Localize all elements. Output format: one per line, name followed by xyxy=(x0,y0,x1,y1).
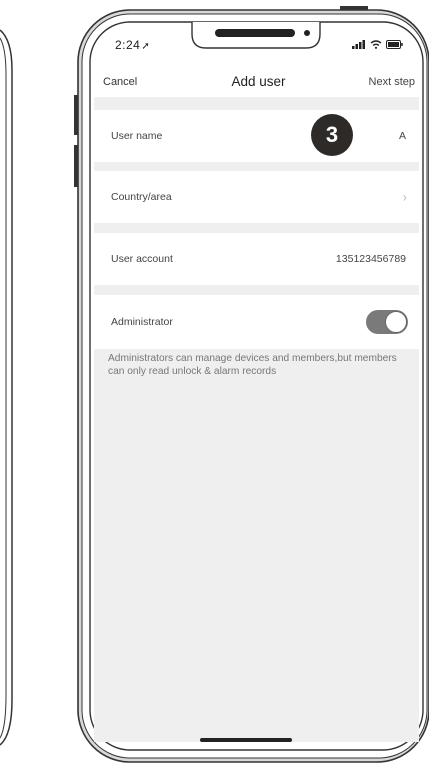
status-time: 2:24➚ xyxy=(115,38,150,52)
administrator-toggle[interactable] xyxy=(366,310,408,334)
user-name-label: User name xyxy=(111,130,163,142)
signal-icon xyxy=(352,40,365,49)
battery-icon xyxy=(386,40,403,49)
user-account-row[interactable]: User account 135123456789 xyxy=(94,233,419,285)
toggle-knob xyxy=(385,311,407,333)
administrator-note: Administrators can manage devices and me… xyxy=(108,353,397,377)
status-time-text: 2:24 xyxy=(115,38,141,52)
wifi-icon xyxy=(370,40,382,49)
nav-bar: Cancel Add user Next step xyxy=(96,72,421,94)
user-account-label: User account xyxy=(111,253,173,265)
administrator-label: Administrator xyxy=(111,316,173,328)
next-step-button[interactable]: Next step xyxy=(369,76,415,88)
home-indicator xyxy=(200,738,292,742)
country-area-label: Country/area xyxy=(111,191,172,203)
chevron-right-icon: › xyxy=(402,189,407,205)
status-icons xyxy=(352,40,403,49)
user-name-value[interactable]: A xyxy=(399,130,406,142)
location-icon: ➚ xyxy=(141,41,151,52)
step-badge: 3 xyxy=(311,114,353,156)
user-name-row[interactable]: User name A xyxy=(94,110,419,162)
user-account-value[interactable]: 135123456789 xyxy=(336,253,406,265)
country-area-row[interactable]: Country/area › xyxy=(94,171,419,223)
